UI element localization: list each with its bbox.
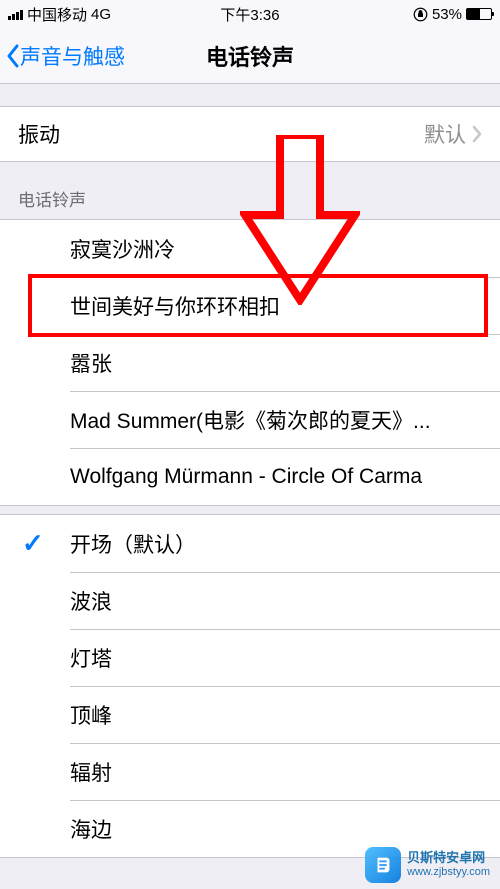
ringtone-item[interactable]: 嚣张	[0, 334, 500, 391]
default-ringtone-list: ✓ 开场（默认） 波浪灯塔顶峰辐射海边	[0, 514, 500, 858]
ringtone-item[interactable]: Mad Summer(电影《菊次郎的夏天》...	[0, 391, 500, 448]
ringtone-label: 灯塔	[70, 643, 112, 673]
vibration-row[interactable]: 振动 默认	[0, 106, 500, 162]
ringtone-label: 顶峰	[70, 700, 112, 730]
watermark-logo-icon	[365, 847, 401, 883]
ringtone-item[interactable]: 灯塔	[0, 629, 500, 686]
signal-icon	[8, 8, 23, 20]
checkmark-icon: ✓	[22, 528, 44, 559]
status-left: 中国移动 4G	[8, 4, 111, 25]
ringtone-item[interactable]: 顶峰	[0, 686, 500, 743]
ringtone-item[interactable]: 辐射	[0, 743, 500, 800]
ringtone-label: 开场（默认）	[70, 529, 196, 559]
ringtone-label: 波浪	[70, 586, 112, 616]
back-button[interactable]: 声音与触感	[0, 41, 125, 71]
status-right: 53%	[413, 6, 492, 23]
status-time: 下午3:36	[220, 4, 279, 25]
chevron-right-icon	[472, 125, 482, 143]
carrier-label: 中国移动	[27, 4, 87, 25]
watermark-text: 贝斯特安卓网 www.zjbstyy.com	[407, 851, 490, 879]
page-title: 电话铃声	[206, 40, 294, 72]
ringtone-item[interactable]: Wolfgang Mürmann - Circle Of Carma	[0, 448, 500, 505]
battery-percent: 53%	[432, 6, 462, 23]
vibration-label: 振动	[18, 119, 60, 149]
chevron-left-icon	[6, 44, 20, 68]
nav-bar: 声音与触感 电话铃声	[0, 28, 500, 84]
ringtone-label: 辐射	[70, 757, 112, 787]
status-bar: 中国移动 4G 下午3:36 53%	[0, 0, 500, 28]
watermark: 贝斯特安卓网 www.zjbstyy.com	[365, 847, 490, 883]
custom-ringtone-list: 寂寞沙洲冷世间美好与你环环相扣嚣张Mad Summer(电影《菊次郎的夏天》..…	[0, 219, 500, 506]
ringtone-item[interactable]: 波浪	[0, 572, 500, 629]
back-label: 声音与触感	[20, 41, 125, 71]
battery-icon	[466, 8, 492, 20]
ringtone-item[interactable]: ✓ 开场（默认）	[0, 515, 500, 572]
section-header-ringtone: 电话铃声	[0, 162, 500, 219]
ringtone-label: 海边	[70, 814, 112, 844]
network-label: 4G	[91, 6, 111, 23]
ringtone-item[interactable]: 寂寞沙洲冷	[0, 220, 500, 277]
vibration-value: 默认	[424, 119, 482, 149]
orientation-lock-icon	[413, 7, 428, 22]
ringtone-item[interactable]: 世间美好与你环环相扣	[0, 277, 500, 334]
